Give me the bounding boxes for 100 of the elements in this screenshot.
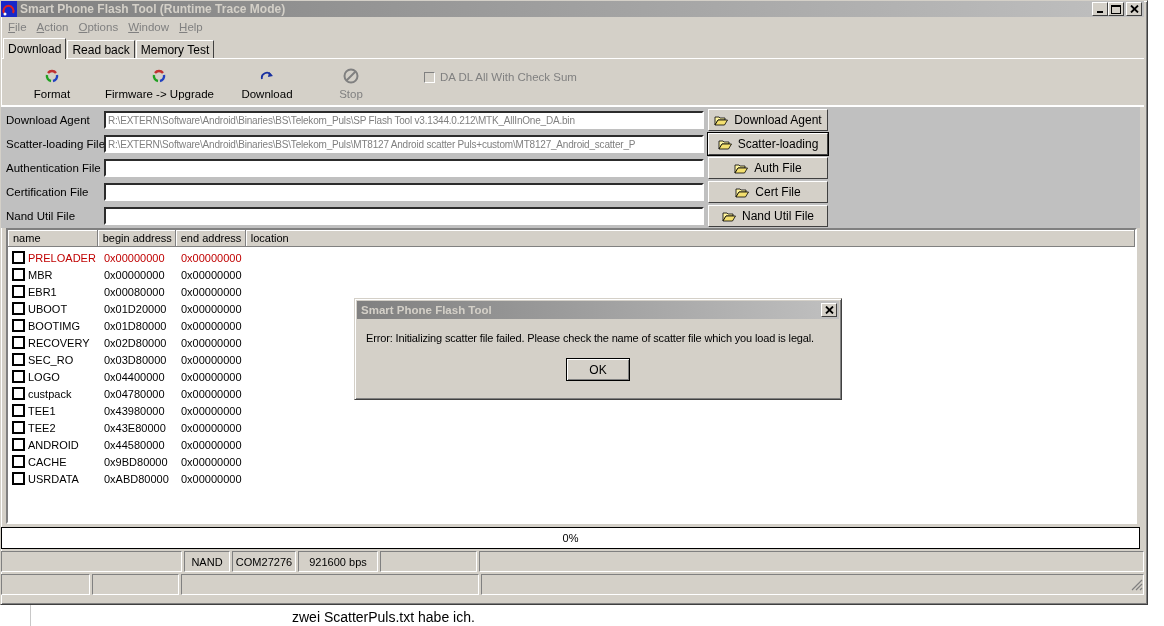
partition-name: ANDROID: [28, 438, 79, 451]
page-text: zwei ScatterPuls.txt habe ich.: [292, 609, 475, 625]
row-checkbox[interactable]: [12, 353, 25, 366]
begin-address: 0x01D20000: [104, 302, 167, 315]
browse-button[interactable]: Nand Util File: [708, 205, 828, 227]
partition-name: RECOVERY: [28, 336, 90, 349]
row-checkbox[interactable]: [12, 404, 25, 417]
row-checkbox[interactable]: [12, 319, 25, 332]
folder-icon: [734, 162, 749, 174]
maximize-icon: [1111, 4, 1121, 14]
end-address: 0x00000000: [181, 353, 242, 366]
refresh-icon: [152, 69, 167, 83]
begin-address: 0x00080000: [104, 285, 165, 298]
begin-address: 0x03D80000: [104, 353, 167, 366]
checkbox-label: DA DL All With Check Sum: [439, 71, 577, 83]
progress-label: 0%: [562, 532, 579, 544]
partition-name: TEE1: [28, 404, 56, 417]
stop-icon: [342, 68, 359, 84]
browse-button[interactable]: Auth File: [708, 157, 828, 179]
row-checkbox[interactable]: [12, 336, 25, 349]
end-address: 0x00000000: [181, 387, 242, 400]
refresh-icon: [45, 69, 59, 83]
status-cell: COM27276: [232, 551, 296, 572]
tab[interactable]: Memory Test: [135, 40, 215, 58]
partition-name: PRELOADER: [28, 251, 96, 264]
begin-address: 0x44580000: [104, 438, 165, 451]
begin-address: 0x01D80000: [104, 319, 167, 332]
partition-name: CACHE: [28, 455, 67, 468]
column-header[interactable]: begin address: [97, 230, 176, 247]
status-cell: NAND: [184, 551, 230, 572]
begin-address: 0x9BD80000: [104, 455, 168, 468]
row-checkbox[interactable]: [12, 455, 25, 468]
partition-name: TEE2: [28, 421, 56, 434]
begin-address: 0xABD80000: [104, 472, 169, 485]
end-address: 0x00000000: [181, 404, 242, 417]
row-checkbox[interactable]: [12, 251, 25, 264]
window-title: Smart Phone Flash Tool (Runtime Trace Mode): [20, 2, 286, 16]
status-cell: 921600 bps: [298, 551, 378, 572]
row-checkbox[interactable]: [12, 370, 25, 383]
folder-icon: [717, 138, 732, 150]
ok-button[interactable]: OK: [566, 358, 630, 381]
row-checkbox[interactable]: [12, 421, 25, 434]
file-path-field[interactable]: [104, 183, 704, 201]
partition-name: MBR: [28, 268, 53, 281]
file-path-field[interactable]: [104, 207, 704, 225]
end-address: 0x00000000: [181, 421, 242, 434]
row-checkbox[interactable]: [12, 387, 25, 400]
field-label: Download Agent: [5, 114, 91, 126]
file-path-field[interactable]: R:\EXTERN\Software\Android\Binaries\BS\Telekom_Puls\SP Flash Tool v3.1344.0.212\MTK_AllInOne_DA.bin: [104, 111, 704, 129]
curved-arrow-icon: [259, 71, 274, 81]
end-address: 0x00000000: [181, 268, 242, 281]
app-icon: [1, 1, 17, 17]
tab[interactable]: Read back: [67, 40, 135, 58]
end-address: 0x00000000: [181, 319, 242, 332]
end-address: 0x00000000: [181, 302, 242, 315]
file-path-field[interactable]: R:\EXTERN\Software\Android\Binaries\BS\Telekom_Puls\MT8127 Android scatter Puls+custom\MT8127_Android_scatter_P: [104, 135, 704, 153]
row-checkbox[interactable]: [12, 472, 25, 485]
begin-address: 0x04780000: [104, 387, 165, 400]
begin-address: 0x43980000: [104, 404, 165, 417]
partition-name: UBOOT: [28, 302, 68, 315]
begin-address: 0x00000000: [104, 251, 165, 264]
row-checkbox[interactable]: [12, 438, 25, 451]
toolbar-button[interactable]: Download: [235, 68, 298, 100]
column-header[interactable]: location: [245, 230, 1135, 247]
end-address: 0x00000000: [181, 455, 242, 468]
field-label: Authentication File: [5, 162, 102, 174]
error-message: Error: Initializing scatter file failed. Please check the name of scatter file which you load is legal.: [366, 331, 814, 345]
tab[interactable]: Download: [3, 38, 67, 59]
row-checkbox[interactable]: [12, 285, 25, 298]
column-header[interactable]: end address: [175, 230, 246, 247]
field-label: Nand Util File: [5, 210, 77, 222]
end-address: 0x00000000: [181, 370, 242, 383]
dialog-title: Smart Phone Flash Tool: [361, 304, 492, 316]
browse-button[interactable]: Scatter-loading: [708, 133, 828, 155]
folder-icon: [714, 114, 729, 126]
begin-address: 0x02D80000: [104, 336, 167, 349]
partition-name: LOGO: [28, 370, 60, 383]
toolbar-button[interactable]: Firmware -> Upgrade: [105, 68, 214, 100]
row-checkbox[interactable]: [12, 302, 25, 315]
end-address: 0x00000000: [181, 472, 242, 485]
begin-address: 0x04400000: [104, 370, 165, 383]
toolbar-button[interactable]: Format: [21, 68, 83, 100]
file-path-field[interactable]: [104, 159, 704, 177]
column-header[interactable]: name: [8, 230, 98, 247]
field-label: Scatter-loading File: [5, 138, 104, 150]
close-button[interactable]: [821, 303, 837, 317]
end-address: 0x00000000: [181, 251, 242, 264]
browse-button[interactable]: Cert File: [708, 181, 828, 203]
begin-address: 0x00000000: [104, 268, 165, 281]
end-address: 0x00000000: [181, 336, 242, 349]
partition-name: custpack: [28, 387, 72, 400]
resize-grip-icon[interactable]: [1131, 578, 1143, 591]
folder-icon: [722, 210, 736, 222]
begin-address: 0x43E80000: [104, 421, 166, 434]
row-checkbox[interactable]: [12, 268, 25, 281]
partition-name: USRDATA: [28, 472, 79, 485]
close-icon: [1129, 5, 1139, 13]
partition-name: BOOTIMG: [28, 319, 80, 332]
browse-button[interactable]: Download Agent: [708, 109, 828, 131]
end-address: 0x00000000: [181, 285, 242, 298]
